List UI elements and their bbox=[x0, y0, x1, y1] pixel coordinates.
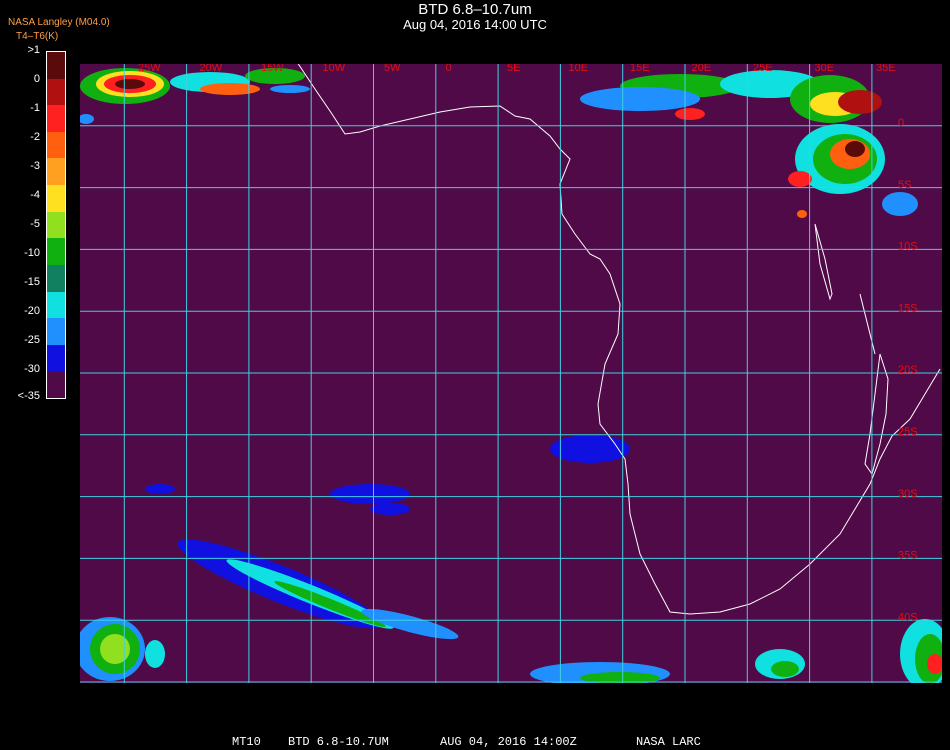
legend-swatch bbox=[47, 105, 65, 133]
map-title: BTD 6.8–10.7um bbox=[418, 1, 532, 18]
latitude-label: 15S bbox=[898, 302, 918, 314]
legend-swatch bbox=[47, 131, 65, 159]
legend-label: -30 bbox=[24, 363, 40, 375]
legend-label: -3 bbox=[30, 160, 40, 172]
legend-swatch bbox=[47, 238, 65, 266]
longitude-label: 35E bbox=[876, 64, 896, 74]
longitude-label: 25W bbox=[138, 64, 161, 74]
legend-swatch bbox=[47, 158, 65, 186]
legend-label: -25 bbox=[24, 334, 40, 346]
legend-swatch bbox=[47, 344, 65, 372]
latitude-label: 40S bbox=[898, 611, 918, 623]
satellite-map: 25W 20W 15W 10W 5W 0 5E 10E 15E 20E 25E 30E 35E 0 5S 10… bbox=[80, 64, 942, 683]
legend-label: -4 bbox=[30, 189, 40, 201]
latitude-label: 10S bbox=[898, 241, 918, 253]
longitude-label: 30E bbox=[815, 64, 835, 74]
longitude-label: 5E bbox=[507, 64, 520, 74]
legend-swatch bbox=[47, 371, 65, 399]
legend-label: -1 bbox=[30, 102, 40, 114]
longitude-label: 25E bbox=[753, 64, 773, 74]
longitude-label: 15E bbox=[630, 64, 650, 74]
longitude-label: 5W bbox=[384, 64, 401, 74]
legend-label: >1 bbox=[27, 44, 40, 56]
legend-swatch bbox=[47, 185, 65, 213]
legend-label: <-35 bbox=[17, 390, 40, 402]
latitude-label: 30S bbox=[898, 488, 918, 500]
legend-label: 0 bbox=[33, 73, 40, 85]
latitude-label: 0 bbox=[898, 117, 904, 129]
legend-swatch bbox=[47, 211, 65, 239]
latitude-label: 20S bbox=[898, 364, 918, 376]
latitude-label: 35S bbox=[898, 550, 918, 562]
legend-label: -20 bbox=[24, 305, 40, 317]
latitude-label: 5S bbox=[898, 179, 911, 191]
legend-swatch bbox=[47, 264, 65, 293]
longitude-label: 10E bbox=[569, 64, 589, 74]
map-subtitle: Aug 04, 2016 14:00 UTC bbox=[403, 17, 547, 32]
legend-swatch bbox=[47, 52, 65, 80]
footer-product: MT10 bbox=[232, 735, 261, 749]
legend-label: -10 bbox=[24, 247, 40, 259]
legend-swatch bbox=[47, 78, 65, 106]
longitude-label: 0 bbox=[446, 64, 452, 74]
latitude-label: 25S bbox=[898, 426, 918, 438]
legend-label: -15 bbox=[24, 276, 40, 288]
longitude-label: 20W bbox=[200, 64, 223, 74]
longitude-label: 10W bbox=[323, 64, 346, 74]
footer-datetime: AUG 04, 2016 14:00Z bbox=[440, 735, 577, 749]
longitude-label: 20E bbox=[692, 64, 712, 74]
units-label: T4–T6(K) bbox=[16, 31, 59, 42]
credit-label: NASA Langley (M04.0) bbox=[8, 17, 110, 28]
footer-source: NASA LARC bbox=[636, 735, 701, 749]
color-legend bbox=[46, 51, 66, 399]
longitude-label: 15W bbox=[261, 64, 284, 74]
legend-swatch bbox=[47, 291, 65, 319]
legend-swatch bbox=[47, 318, 65, 346]
footer-channel: BTD 6.8-10.7UM bbox=[288, 735, 389, 749]
legend-label: -2 bbox=[30, 131, 40, 143]
legend-label: -5 bbox=[30, 218, 40, 230]
